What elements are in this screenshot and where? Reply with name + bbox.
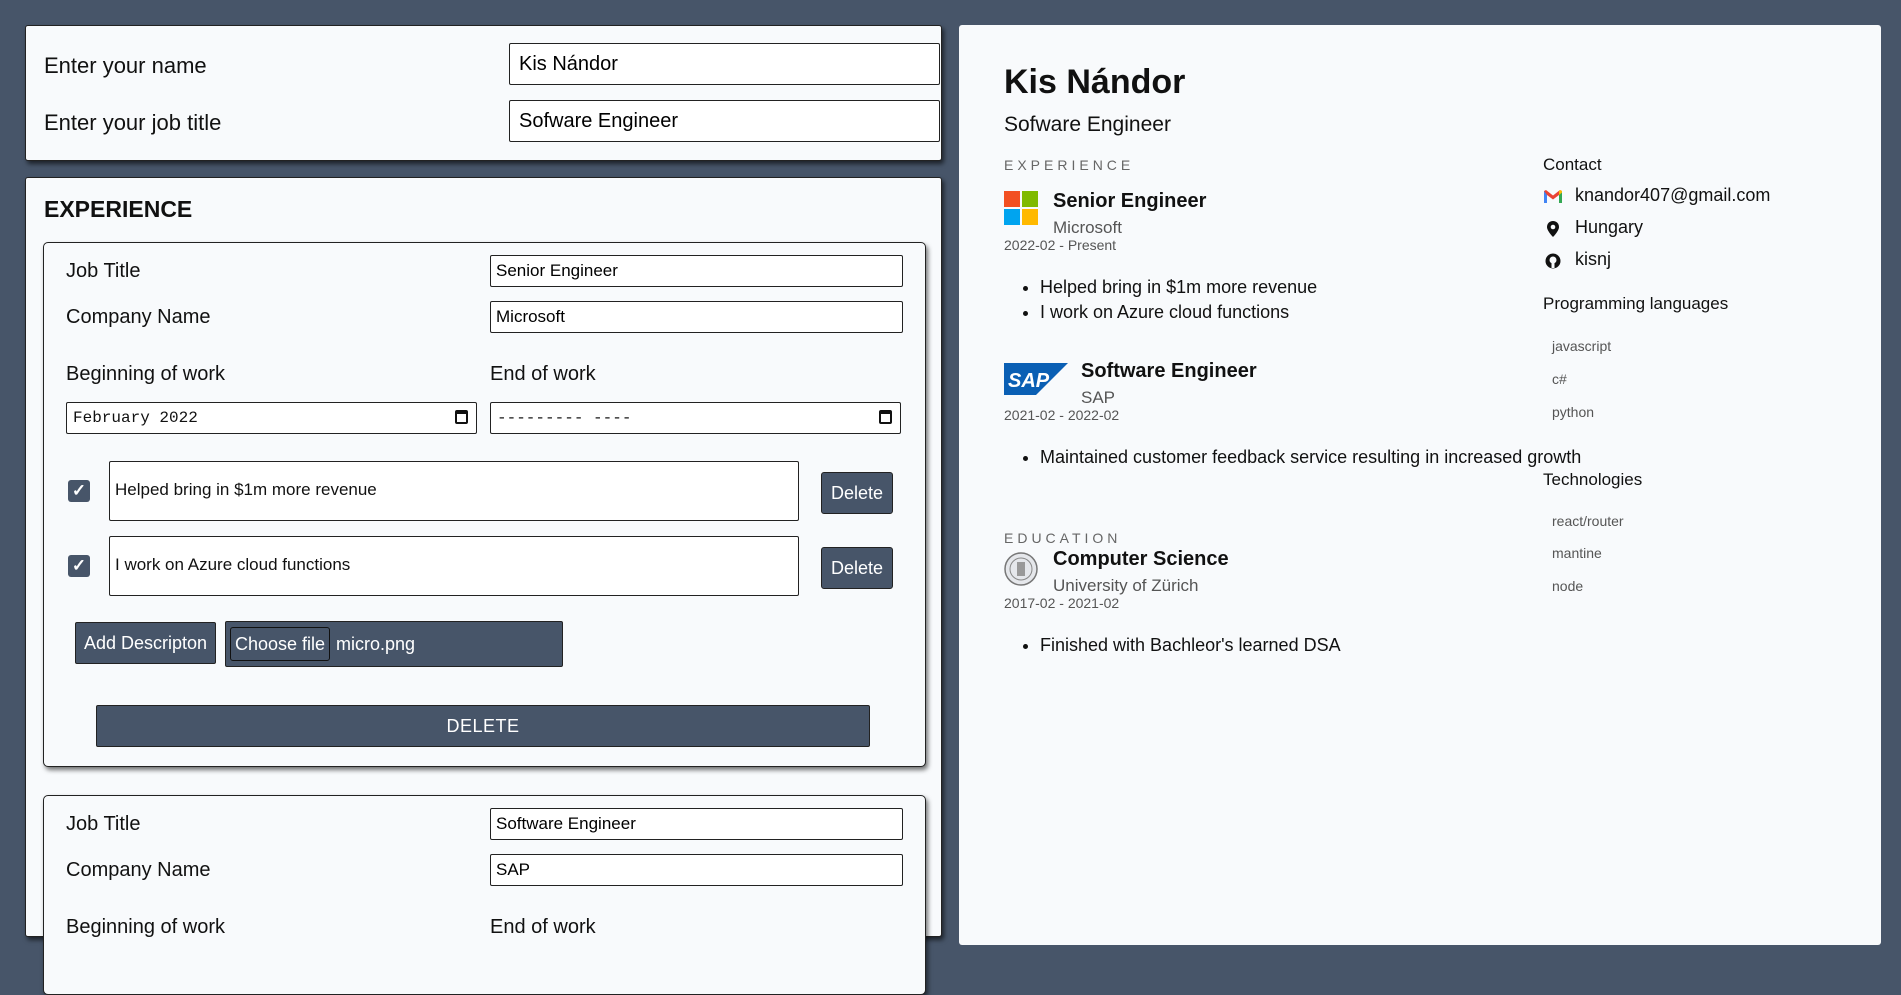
end-date-input[interactable]: --------- ---- [490, 402, 901, 434]
personal-info-panel: Enter your name Enter your job title [25, 25, 942, 161]
experience-heading: EXPERIENCE [44, 196, 193, 222]
file-name: micro.png [336, 634, 416, 654]
experience-title: Senior Engineer [1053, 190, 1207, 212]
description-checkbox[interactable]: ✓ [68, 555, 90, 577]
delete-entry-button[interactable]: DELETE [96, 705, 870, 747]
begin-date-value: February 2022 [73, 409, 198, 427]
job-title-label: Job Title [66, 813, 141, 835]
language-tag: javascript [1552, 338, 1612, 354]
education-dates: 2017-02 - 2021-02 [1004, 595, 1120, 611]
description-checkbox[interactable]: ✓ [68, 480, 90, 502]
bullet-item: I work on Azure cloud functions [1040, 300, 1317, 325]
bullet-item: Finished with Bachleor's learned DSA [1040, 633, 1341, 658]
cv-preview: Kis Nándor Sofware Engineer EXPERIENCE S… [959, 25, 1881, 945]
begin-date-input[interactable]: February 2022 [66, 402, 477, 434]
begin-label: Beginning of work [66, 363, 225, 385]
description-input[interactable]: Helped bring in $1m more revenue [109, 461, 799, 521]
experience-bullets: Maintained customer feedback service res… [1004, 445, 1595, 470]
education-title: Computer Science [1053, 548, 1229, 570]
description-input[interactable]: I work on Azure cloud functions [109, 536, 799, 596]
education-bullets: Finished with Bachleor's learned DSA [1004, 633, 1341, 658]
technology-tag: node [1552, 578, 1584, 594]
experience-title: Software Engineer [1081, 360, 1257, 382]
bullet-item: Maintained customer feedback service res… [1040, 445, 1595, 470]
experience-company: SAP [1081, 388, 1116, 407]
choose-file-button[interactable]: Choose file [230, 627, 330, 661]
technology-tag: react/router [1552, 513, 1624, 529]
entry-job-title-input[interactable] [490, 255, 903, 287]
github-text: kisnj [1575, 249, 1612, 269]
logo-file-input[interactable]: Choose file micro.png [225, 621, 563, 667]
experience-entry-card: Job Title Company Name Beginning of work… [43, 795, 926, 995]
job-title-row: Job Title [66, 808, 903, 842]
language-tag: c# [1552, 371, 1567, 387]
languages-heading: Programming languages [1543, 294, 1729, 313]
begin-label: Beginning of work [66, 916, 225, 938]
entry-job-title-input[interactable] [490, 808, 903, 840]
cv-name: Kis Nándor [1004, 63, 1186, 101]
location-pin-icon [1543, 219, 1563, 239]
location-text: Hungary [1575, 217, 1644, 237]
job-title-label: Job Title [66, 260, 141, 282]
experience-company: Microsoft [1053, 218, 1122, 237]
education-school: University of Zürich [1053, 576, 1199, 595]
delete-description-button[interactable]: Delete [821, 472, 893, 514]
university-seal-icon [1004, 552, 1038, 586]
company-row: Company Name [66, 854, 903, 888]
gmail-icon [1543, 187, 1563, 207]
experience-dates: 2022-02 - Present [1004, 237, 1117, 253]
calendar-icon[interactable] [455, 410, 468, 424]
end-label: End of work [490, 363, 596, 385]
calendar-icon[interactable] [879, 410, 892, 424]
job-title-row: Enter your job title [44, 100, 940, 144]
contact-heading: Contact [1543, 155, 1602, 174]
job-title-row: Job Title [66, 255, 903, 289]
name-label: Enter your name [44, 53, 207, 78]
sap-logo: SAP [1004, 363, 1068, 395]
name-input[interactable] [509, 43, 940, 85]
company-label: Company Name [66, 859, 211, 881]
add-description-button[interactable]: Add Descripton [75, 622, 216, 664]
microsoft-logo [1004, 191, 1038, 225]
experience-panel: EXPERIENCE Job Title Company Name Beginn… [25, 177, 942, 995]
company-label: Company Name [66, 306, 211, 328]
svg-text:SAP: SAP [1008, 370, 1050, 392]
email-text: knandor407@gmail.com [1575, 185, 1771, 205]
experience-bullets: Helped bring in $1m more revenue I work … [1004, 275, 1317, 325]
job-title-input[interactable] [509, 100, 940, 142]
name-row: Enter your name [44, 43, 940, 87]
education-section-heading: EDUCATION [1004, 530, 1122, 546]
end-date-value: --------- ---- [497, 409, 632, 427]
entry-company-input[interactable] [490, 301, 903, 333]
job-title-label: Enter your job title [44, 110, 222, 135]
bullet-item: Helped bring in $1m more revenue [1040, 275, 1317, 300]
end-label: End of work [490, 916, 596, 938]
language-tag: python [1552, 404, 1595, 420]
technology-tag: mantine [1552, 545, 1602, 561]
github-icon [1543, 251, 1563, 271]
experience-dates: 2021-02 - 2022-02 [1004, 407, 1120, 423]
company-row: Company Name [66, 301, 903, 335]
entry-company-input[interactable] [490, 854, 903, 886]
experience-entry-card: Job Title Company Name Beginning of work… [43, 242, 926, 767]
technologies-heading: Technologies [1543, 470, 1643, 489]
cv-job-title: Sofware Engineer [1004, 113, 1171, 136]
delete-description-button[interactable]: Delete [821, 547, 893, 589]
experience-section-heading: EXPERIENCE [1004, 157, 1135, 173]
